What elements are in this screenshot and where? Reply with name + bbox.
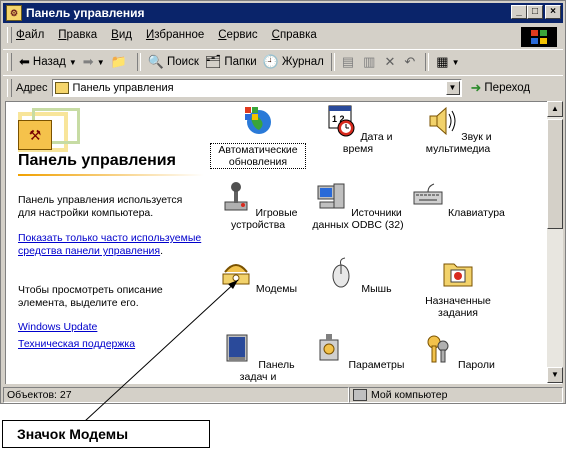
callout-label: Значок Модемы — [2, 420, 210, 448]
callout-pointer — [84, 279, 239, 422]
